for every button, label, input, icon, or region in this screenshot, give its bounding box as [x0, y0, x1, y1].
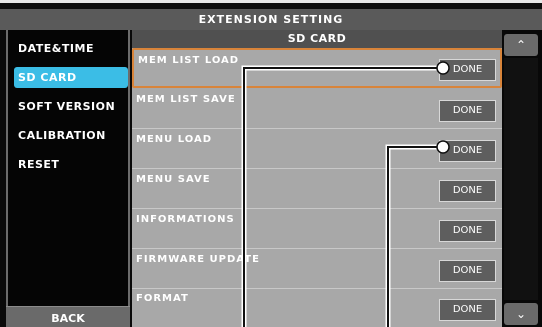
scroll-down-button[interactable]: ⌄ — [504, 303, 538, 325]
section-header: SD CARD — [132, 30, 502, 48]
row-firmware-update[interactable]: FIRMWARE UPDATE DONE — [132, 249, 502, 289]
format-done-button[interactable]: DONE — [439, 299, 496, 321]
informations-done-button[interactable]: DONE — [439, 220, 496, 242]
row-informations[interactable]: INFORMATIONS DONE — [132, 209, 502, 249]
main-panel: SD CARD MEM LIST LOAD DONE MEM LIST SAVE… — [132, 30, 502, 327]
firmware-update-done-button[interactable]: DONE — [439, 260, 496, 282]
title-bar: EXTENSION SETTING — [0, 0, 542, 30]
row-label: FIRMWARE UPDATE — [136, 254, 260, 265]
row-mem-list-load[interactable]: MEM LIST LOAD DONE — [132, 48, 502, 88]
row-menu-load[interactable]: MENU LOAD DONE — [132, 129, 502, 169]
row-label: MENU SAVE — [136, 174, 211, 185]
menu-load-done-button[interactable]: DONE — [439, 140, 496, 162]
back-button[interactable]: BACK — [6, 306, 130, 327]
scroll-up-button[interactable]: ⌃ — [504, 34, 538, 56]
sidebar-item-reset[interactable]: RESET — [14, 154, 128, 175]
sidebar-item-sd-card[interactable]: SD CARD — [14, 67, 128, 88]
row-menu-save[interactable]: MENU SAVE DONE — [132, 169, 502, 209]
row-label: MEM LIST LOAD — [138, 55, 240, 66]
sidebar: DATE&TIME SD CARD SOFT VERSION CALIBRATI… — [6, 30, 130, 327]
sidebar-item-calibration[interactable]: CALIBRATION — [14, 125, 128, 146]
row-label: MEM LIST SAVE — [136, 94, 236, 105]
row-mem-list-save[interactable]: MEM LIST SAVE DONE — [132, 89, 502, 129]
scrollbar-thumb[interactable] — [504, 58, 538, 300]
row-label: FORMAT — [136, 293, 189, 304]
row-label: INFORMATIONS — [136, 214, 235, 225]
window-title: EXTENSION SETTING — [198, 13, 344, 26]
row-label: MENU LOAD — [136, 134, 213, 145]
sidebar-item-date-time[interactable]: DATE&TIME — [14, 38, 128, 59]
row-format[interactable]: FORMAT DONE — [132, 288, 502, 327]
menu-save-done-button[interactable]: DONE — [439, 180, 496, 202]
mem-list-load-done-button[interactable]: DONE — [439, 59, 496, 81]
mem-list-save-done-button[interactable]: DONE — [439, 100, 496, 122]
sidebar-item-soft-version[interactable]: SOFT VERSION — [14, 96, 128, 117]
